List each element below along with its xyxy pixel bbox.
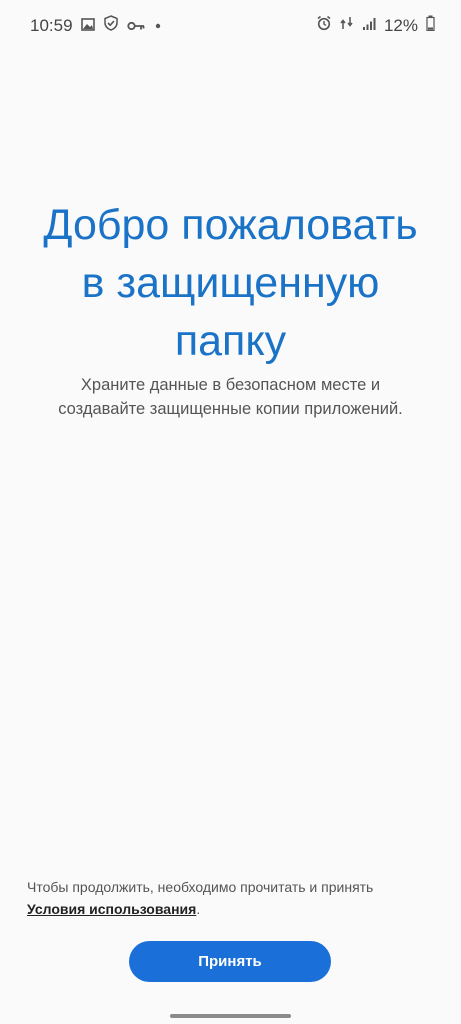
terms-of-use-link[interactable]: Условия использования xyxy=(27,901,196,917)
welcome-subtitle-line1: Храните данные в безопасном месте и xyxy=(80,376,381,394)
accept-button[interactable]: Принять xyxy=(129,941,331,982)
gallery-icon xyxy=(80,16,95,36)
status-bar-right: 12% xyxy=(316,15,435,36)
status-time: 10:59 xyxy=(30,15,73,35)
signal-icon xyxy=(362,16,376,36)
welcome-subtitle: Храните данные в безопасном месте и созд… xyxy=(20,373,441,421)
welcome-title-line2: в защищенную xyxy=(81,259,380,307)
terms-text: Чтобы продолжить, необходимо прочитать и… xyxy=(27,879,374,895)
battery-percent: 12% xyxy=(383,15,418,35)
terms-line: Условия использования. xyxy=(27,898,437,920)
terms-suffix: . xyxy=(196,901,201,917)
terms-notice: Чтобы продолжить, необходимо прочитать и… xyxy=(27,876,437,920)
battery-icon xyxy=(426,15,435,36)
welcome-title-line3: папку xyxy=(174,317,287,365)
welcome-title-line1: Добро пожаловать xyxy=(43,201,418,249)
status-bar: 10:59 12% xyxy=(0,0,461,52)
key-icon xyxy=(126,16,145,36)
dot-icon xyxy=(153,16,163,36)
shield-check-icon xyxy=(103,15,119,36)
welcome-title: Добро пожаловать в защищенную папку xyxy=(0,196,461,370)
welcome-subtitle-line2: создавайте защищенные копии приложений. xyxy=(58,400,403,418)
status-bar-left: 10:59 xyxy=(30,15,163,36)
home-indicator[interactable] xyxy=(170,1014,291,1018)
data-arrows-icon xyxy=(340,15,354,36)
alarm-icon xyxy=(316,15,332,36)
